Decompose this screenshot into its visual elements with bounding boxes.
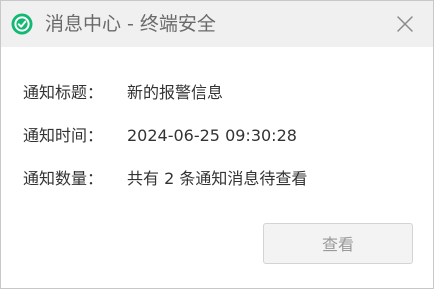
title-bar: 消息中心 - 终端安全 bbox=[1, 1, 433, 47]
field-value: 共有 2 条通知消息待查看 bbox=[127, 169, 308, 188]
field-label: 通知时间： bbox=[23, 126, 104, 145]
field-label: 通知标题： bbox=[23, 83, 104, 102]
view-button[interactable]: 查看 bbox=[263, 223, 413, 264]
field-value: 新的报警信息 bbox=[127, 83, 224, 102]
shield-check-icon bbox=[11, 13, 33, 35]
field-label: 通知数量： bbox=[23, 169, 104, 188]
notification-window: 消息中心 - 终端安全 通知标题： 新的报警信息 通知时间： 2024-06-25 … bbox=[0, 0, 434, 289]
field-row-count: 通知数量： 共有 2 条通知消息待查看 bbox=[23, 168, 307, 190]
window-title: 消息中心 - 终端安全 bbox=[45, 13, 216, 35]
close-icon bbox=[397, 16, 413, 32]
close-button[interactable] bbox=[391, 10, 419, 38]
field-row-title: 通知标题： 新的报警信息 bbox=[23, 82, 223, 104]
field-value: 2024-06-25 09:30:28 bbox=[127, 126, 297, 145]
field-row-time: 通知时间： 2024-06-25 09:30:28 bbox=[23, 125, 297, 147]
